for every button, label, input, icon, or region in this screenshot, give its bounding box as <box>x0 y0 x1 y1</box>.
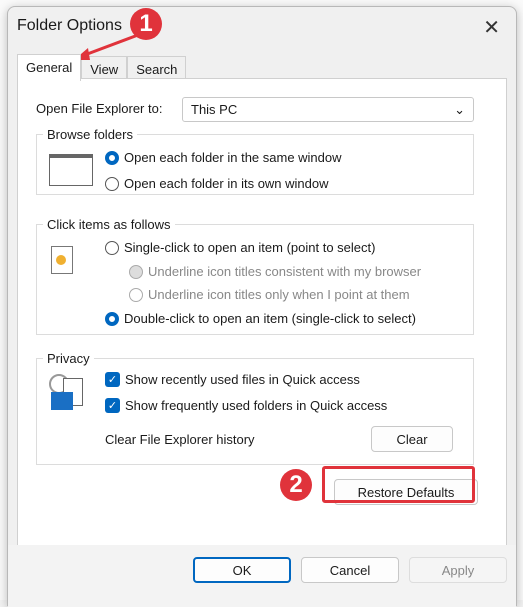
window-icon <box>49 154 93 186</box>
open-to-label: Open File Explorer to: <box>36 101 163 116</box>
apply-button[interactable]: Apply <box>409 557 507 583</box>
radio-underline-browser[interactable]: Underline icon titles consistent with my… <box>129 264 421 279</box>
click-legend: Click items as follows <box>47 217 171 232</box>
privacy-legend: Privacy <box>47 351 90 366</box>
restore-highlight <box>322 466 475 503</box>
radio-same-window[interactable]: Open each folder in the same window <box>105 150 342 165</box>
open-to-select[interactable]: This PC ⌄ <box>182 97 474 122</box>
dialog-footer: OK Cancel Apply <box>8 545 516 607</box>
privacy-icon <box>49 374 83 410</box>
radio-double-click[interactable]: Double-click to open an item (single-cli… <box>105 311 416 326</box>
open-to-value: This PC <box>191 102 238 117</box>
browse-folders-group: Browse folders Open each folder in the s… <box>36 127 474 195</box>
clear-history-label: Clear File Explorer history <box>105 432 255 447</box>
tab-general[interactable]: General <box>17 54 82 81</box>
radio-underline-point[interactable]: Underline icon titles only when I point … <box>129 287 410 302</box>
close-icon[interactable]: ✕ <box>483 15 500 40</box>
click-items-group: Click items as follows Single-click to o… <box>36 217 474 335</box>
ok-button[interactable]: OK <box>193 557 291 583</box>
chevron-down-icon: ⌄ <box>454 102 465 117</box>
privacy-group: Privacy ✓ Show recently used files in Qui… <box>36 351 474 465</box>
checkbox-recent-files[interactable]: ✓ Show recently used files in Quick acces… <box>105 372 360 387</box>
step-1-badge: 1 <box>130 8 162 40</box>
browse-legend: Browse folders <box>47 127 133 142</box>
cancel-button[interactable]: Cancel <box>301 557 399 583</box>
clear-button[interactable]: Clear <box>371 426 453 452</box>
checkbox-frequent-folders[interactable]: ✓ Show frequently used folders in Quick a… <box>105 398 387 413</box>
step-2-badge: 2 <box>280 469 312 501</box>
pointer-file-icon <box>51 246 73 274</box>
radio-single-click[interactable]: Single-click to open an item (point to s… <box>105 240 375 255</box>
folder-options-dialog: Folder Options ✕ General View Search Ope… <box>7 6 517 607</box>
radio-own-window[interactable]: Open each folder in its own window <box>105 176 329 191</box>
